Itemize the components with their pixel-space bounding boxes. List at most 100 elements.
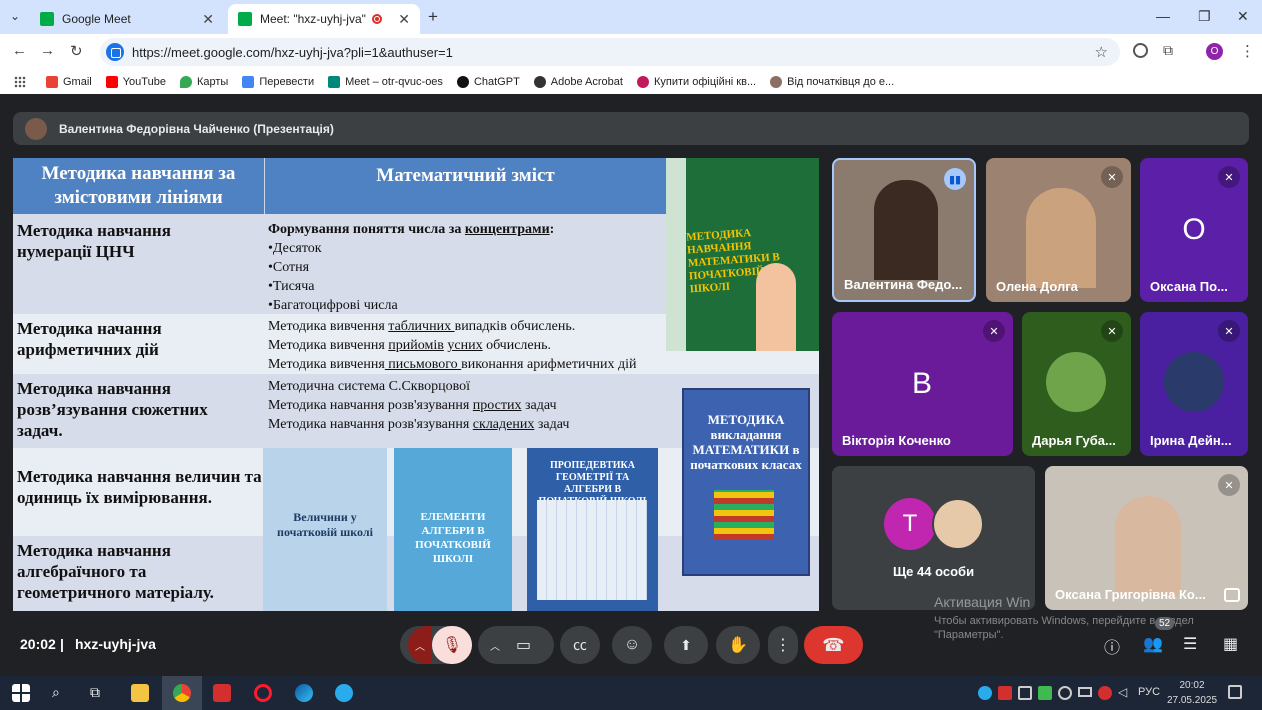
participant-tile[interactable]: ✕ Олена Долга: [986, 158, 1131, 302]
avatar: [1164, 352, 1224, 412]
mic-off-icon: ✕: [1101, 320, 1123, 342]
bookmark-course[interactable]: Від початківця до е...: [770, 76, 894, 88]
close-icon[interactable]: ✕: [202, 11, 214, 28]
volume-icon[interactable]: ◁: [1118, 685, 1127, 699]
activities-icon[interactable]: ▦: [1223, 634, 1238, 654]
extension-icon[interactable]: [1133, 43, 1148, 58]
tab-meet-call[interactable]: Meet: "hxz-uyhj-jva" ✕: [228, 4, 420, 34]
participant-tile[interactable]: ✕ Дарья Губа...: [1022, 312, 1131, 456]
file-explorer-icon[interactable]: [131, 684, 149, 702]
course-icon: [770, 76, 783, 88]
task-view-icon[interactable]: ⧉: [90, 684, 108, 702]
tray-icon[interactable]: [998, 686, 1012, 700]
new-tab-button[interactable]: +: [428, 7, 438, 27]
translate-icon: [242, 76, 255, 88]
tray-icon[interactable]: [1038, 686, 1052, 700]
profile-avatar[interactable]: O: [1206, 43, 1223, 60]
minimize-button[interactable]: —: [1156, 8, 1170, 24]
captions-button[interactable]: ㏄: [560, 626, 600, 664]
book-cover: ЕЛЕМЕНТИ АЛГЕБРИ В ПОЧАТКОВІЙ ШКОЛІ: [394, 448, 512, 611]
wifi-icon[interactable]: [1058, 686, 1072, 700]
restore-button[interactable]: ❐: [1198, 8, 1211, 25]
slide-header-left: Методика навчання за змістовими лініями: [13, 158, 264, 214]
menu-icon[interactable]: ⋮: [1240, 42, 1255, 60]
participant-tile[interactable]: O ✕ Оксана По...: [1140, 158, 1248, 302]
shop-icon: [636, 76, 649, 88]
camera-icon[interactable]: ▭: [516, 635, 531, 655]
tab-google-meet[interactable]: Google Meet ✕: [30, 4, 224, 34]
more-options-icon[interactable]: ⋮: [768, 626, 798, 664]
mic-off-icon: ✕: [1218, 320, 1240, 342]
search-icon[interactable]: ⌕: [52, 684, 70, 702]
emoji-icon[interactable]: ☺: [612, 626, 652, 664]
speaking-icon: ▮▮: [944, 168, 966, 190]
clock-date[interactable]: 27.05.2025: [1166, 695, 1218, 706]
battery-icon[interactable]: [1078, 687, 1092, 697]
tab-search-icon[interactable]: ⌄: [10, 9, 20, 23]
camera-options-icon[interactable]: ︿: [490, 638, 500, 653]
book-cover: ПРОПЕДЕВТИКА ГЕОМЕТРІЇ ТА АЛГЕБРИ В ПОЧА…: [527, 448, 658, 611]
site-info-icon[interactable]: [106, 43, 124, 61]
window-close-button[interactable]: ✕: [1237, 8, 1249, 25]
bookmark-chatgpt[interactable]: ChatGPT: [456, 76, 520, 88]
chat-icon[interactable]: ☰: [1183, 634, 1197, 654]
windows-taskbar: ⌕ ⧉ ◁ РУС 20:02 27.05.2025: [0, 676, 1262, 710]
start-icon[interactable]: [12, 684, 30, 702]
telegram-icon[interactable]: [335, 684, 353, 702]
tray-icon[interactable]: [1018, 686, 1032, 700]
avatar: В: [890, 352, 954, 416]
participant-tile[interactable]: ✕ Оксана Григорівна Ко...: [1045, 466, 1248, 610]
notifications-icon[interactable]: [1228, 685, 1242, 699]
participant-tile[interactable]: В ✕ Вікторія Коченко: [832, 312, 1013, 456]
participant-tile[interactable]: ✕ Ірина Дейн...: [1140, 312, 1248, 456]
leave-call-button[interactable]: ☎: [804, 626, 863, 664]
camera-control[interactable]: ︿ ▭: [478, 626, 554, 664]
avatar: O: [1162, 198, 1226, 262]
present-icon[interactable]: ⬆: [664, 626, 708, 664]
mic-off-icon: ✕: [1218, 166, 1240, 188]
mic-off-icon[interactable]: 🎙: [432, 626, 472, 664]
forward-icon[interactable]: →: [40, 42, 55, 59]
bookmark-maps[interactable]: Карты: [179, 76, 228, 88]
presenter-avatar: [25, 117, 47, 140]
apps-icon[interactable]: [14, 76, 26, 88]
tray-icon[interactable]: [1098, 686, 1112, 700]
recording-icon: [372, 14, 383, 24]
edge-icon[interactable]: [295, 684, 313, 702]
bookmark-star-icon[interactable]: ☆: [1095, 43, 1108, 61]
bookmark-buy[interactable]: Купити офіційні кв...: [636, 76, 756, 88]
acrobat-icon[interactable]: [213, 684, 231, 702]
mic-options-icon[interactable]: ︿: [408, 626, 432, 664]
raise-hand-icon[interactable]: ✋: [716, 626, 760, 664]
avatar: [1046, 352, 1106, 412]
bookmark-translate[interactable]: Перевести: [242, 76, 314, 88]
participant-tile[interactable]: ▮▮ Валентина Федо...: [832, 158, 976, 302]
bookmark-meet[interactable]: Meet – otr-qvuc-oes: [328, 76, 443, 88]
people-count-badge: 52: [1155, 617, 1175, 630]
others-tile[interactable]: T Ще 44 особи: [832, 466, 1035, 610]
book-cover: МЕТОДИКА викладання МАТЕМАТИКИ в початко…: [682, 388, 810, 576]
chrome-icon[interactable]: [173, 684, 191, 702]
language-indicator[interactable]: РУС: [1138, 686, 1160, 698]
address-bar[interactable]: https://meet.google.com/hxz-uyhj-jva?pli…: [100, 38, 1120, 66]
clock-time[interactable]: 20:02: [1168, 680, 1216, 691]
back-icon[interactable]: ←: [12, 42, 27, 59]
presenter-name: Валентина Федорівна Чайченко (Презентаці…: [59, 121, 334, 136]
bookmark-acrobat[interactable]: Adobe Acrobat: [533, 76, 623, 88]
opera-icon[interactable]: [254, 684, 272, 702]
avatar: [932, 498, 984, 550]
telegram-tray-icon[interactable]: [978, 686, 992, 700]
mic-off-icon: ✕: [1218, 474, 1240, 496]
presentation-slide: Методика навчання за змістовими лініями …: [13, 158, 819, 611]
pin-icon[interactable]: [1224, 588, 1240, 602]
people-icon[interactable]: 👥: [1143, 634, 1163, 654]
puzzle-icon[interactable]: ⧉: [1163, 42, 1173, 59]
slide-header-right: Математичний зміст: [264, 158, 666, 214]
close-icon[interactable]: ✕: [398, 11, 410, 28]
bookmark-gmail[interactable]: Gmail: [46, 76, 92, 88]
bookmark-youtube[interactable]: YouTube: [105, 76, 166, 88]
reload-icon[interactable]: ↻: [70, 42, 83, 60]
mic-off-icon: ✕: [1101, 166, 1123, 188]
info-icon[interactable]: ⓘ: [1104, 634, 1120, 658]
mic-control[interactable]: ︿ 🎙: [400, 626, 472, 664]
